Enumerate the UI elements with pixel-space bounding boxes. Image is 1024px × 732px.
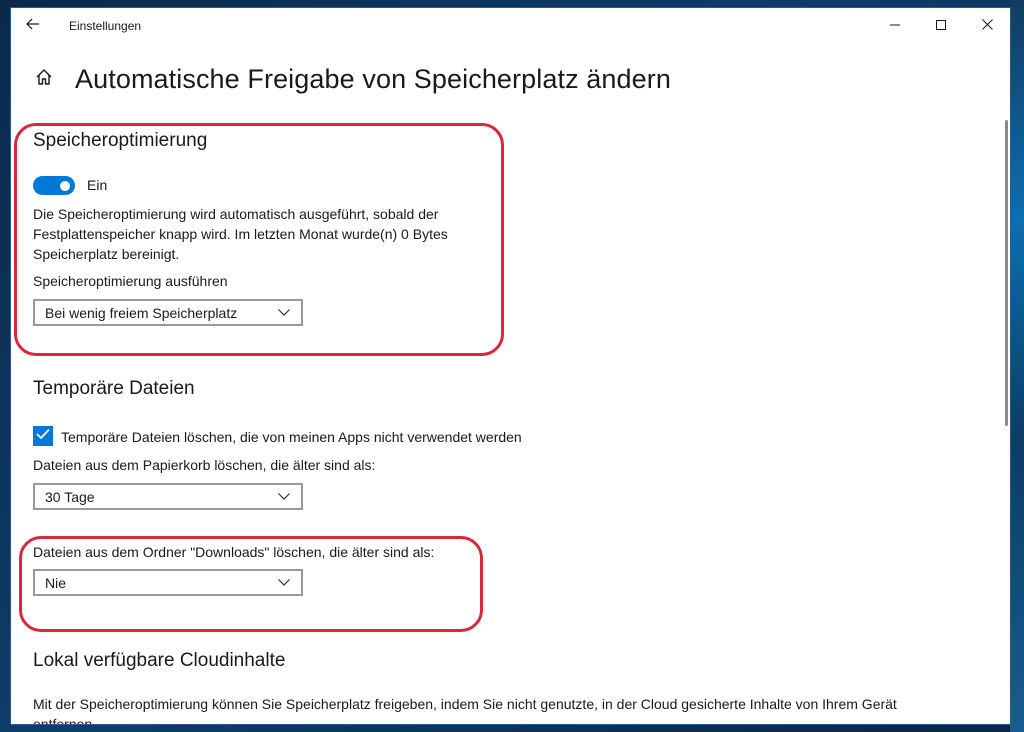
maximize-icon	[936, 17, 946, 35]
highlight-annotation	[19, 536, 483, 632]
back-arrow-icon	[26, 17, 40, 35]
close-button[interactable]	[964, 8, 1010, 44]
cloud-description: Mit der Speicheroptimierung können Sie S…	[33, 694, 973, 724]
page-header: Automatische Freigabe von Speicherplatz …	[33, 64, 671, 95]
scrollbar[interactable]	[1005, 120, 1008, 426]
close-icon	[981, 17, 993, 35]
dropdown-value: 30 Tage	[45, 488, 95, 505]
highlight-annotation	[14, 123, 504, 356]
description-line: Mit der Speicheroptimierung können Sie S…	[33, 696, 897, 712]
delete-temp-files-checkbox[interactable]	[33, 426, 53, 446]
window-title: Einstellungen	[69, 19, 142, 33]
desktop-background	[1010, 0, 1024, 732]
checkmark-icon	[36, 427, 50, 445]
window-controls	[872, 8, 1010, 44]
minimize-icon	[890, 17, 900, 35]
home-button[interactable]	[33, 69, 55, 91]
home-icon	[35, 68, 53, 91]
chevron-down-icon	[277, 490, 291, 504]
delete-temp-files-label: Temporäre Dateien löschen, die von meine…	[61, 429, 522, 445]
minimize-button[interactable]	[872, 8, 918, 44]
maximize-button[interactable]	[918, 8, 964, 44]
recycle-bin-age-dropdown[interactable]: 30 Tage	[33, 483, 303, 510]
page-title: Automatische Freigabe von Speicherplatz …	[75, 64, 671, 94]
description-line: entfernen.	[33, 716, 97, 724]
title-bar: Einstellungen	[11, 8, 1010, 44]
section-heading-cloud: Lokal verfügbare Cloudinhalte	[33, 650, 286, 671]
recycle-bin-label: Dateien aus dem Papierkorb löschen, die …	[33, 457, 376, 473]
section-heading-temp-files: Temporäre Dateien	[33, 378, 195, 399]
back-button[interactable]	[11, 8, 55, 44]
settings-window: Einstellungen Automatische Freigabe von …	[11, 8, 1010, 724]
